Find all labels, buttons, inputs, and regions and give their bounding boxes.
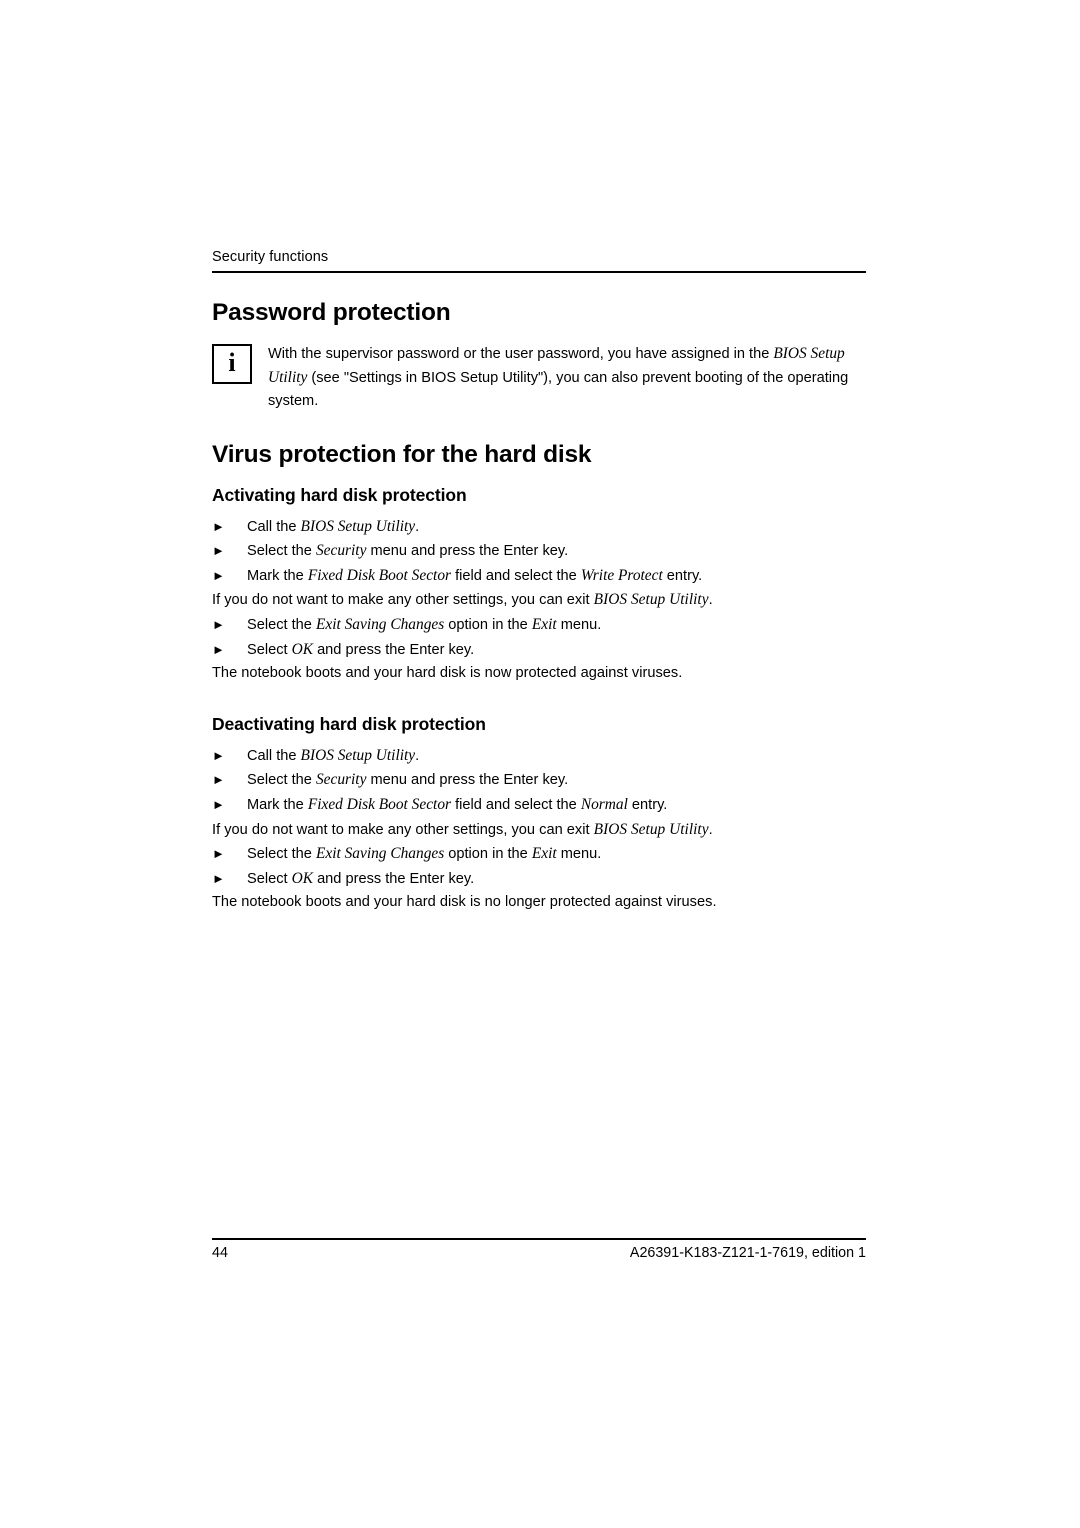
step-italic-term: Security [315, 542, 367, 560]
step-pre: Select the [247, 543, 316, 560]
info-icon-glyph: i [228, 348, 236, 377]
bullet-icon: ► [212, 870, 225, 886]
header-divider [212, 271, 866, 273]
step-italic-term: BIOS Setup Utility [300, 517, 416, 535]
footer-row: 44 A26391-K183-Z121-1-7619, edition 1 [212, 1244, 866, 1263]
step-pre: Select the [247, 772, 316, 789]
list-item: ► Mark the Fixed Disk Boot Sector field a… [212, 793, 866, 818]
info-icon: i [212, 344, 252, 384]
step-italic-term: BIOS Setup Utility [300, 746, 416, 764]
step-post: menu and press the Enter key. [366, 543, 569, 560]
step-italic-term: Fixed Disk Boot Sector [307, 795, 452, 813]
step-post: and press the Enter key. [313, 870, 475, 887]
step-italic-term-2: Normal [580, 795, 628, 813]
step-pre: Call the [247, 518, 301, 535]
step-italic-term-2: Exit [531, 615, 557, 633]
document-page: Security functions Password protection i… [0, 0, 1080, 1528]
list-item: ► Select the Security menu and press the … [212, 768, 866, 793]
page-number: 44 [212, 1245, 228, 1261]
bullet-icon: ► [212, 747, 225, 763]
step-pre: Select the [247, 616, 316, 633]
step-post: entry. [627, 796, 668, 813]
activating-exit-steps-list: ► Select the Exit Saving Changes option i… [212, 613, 866, 662]
list-item: ► Mark the Fixed Disk Boot Sector field a… [212, 564, 866, 589]
step-mid: field and select the [451, 567, 581, 584]
info-note-paragraph: With the supervisor password or the user… [268, 342, 866, 414]
activating-result-text: The notebook boots and your hard disk is… [212, 665, 683, 682]
step-pre: Select [247, 870, 292, 887]
exit-note-italic-term: BIOS Setup Utility [593, 820, 709, 838]
step-italic-term: OK [291, 869, 314, 887]
list-item: ► Call the BIOS Setup Utility. [212, 515, 866, 540]
step-mid: option in the [444, 846, 532, 863]
step-mid: option in the [444, 616, 532, 633]
deactivating-result-text: The notebook boots and your hard disk is… [212, 894, 717, 911]
step-italic-term: OK [291, 640, 314, 658]
step-post: entry. [662, 567, 703, 584]
step-pre: Select [247, 641, 292, 658]
list-item: ► Select the Security menu and press the … [212, 539, 866, 564]
step-post: menu. [556, 846, 602, 863]
bullet-icon: ► [212, 772, 225, 788]
step-post: menu and press the Enter key. [366, 772, 569, 789]
deactivating-steps-list: ► Call the BIOS Setup Utility. ► Select th… [212, 744, 866, 818]
section-heading-virus-protection: Virus protection for the hard disk [212, 440, 592, 468]
step-pre: Mark the [247, 796, 308, 813]
info-note-text: With the supervisor password or the user… [268, 342, 866, 414]
list-item: ► Call the BIOS Setup Utility. [212, 744, 866, 769]
page-footer: 44 A26391-K183-Z121-1-7619, edition 1 [212, 1238, 866, 1263]
bullet-icon: ► [212, 796, 225, 812]
activating-steps-list: ► Call the BIOS Setup Utility. ► Select th… [212, 515, 866, 589]
step-italic-term-2: Write Protect [580, 566, 663, 584]
list-item: ► Select the Exit Saving Changes option i… [212, 613, 866, 638]
exit-note-italic-term: BIOS Setup Utility [593, 591, 709, 609]
bullet-icon: ► [212, 518, 225, 534]
step-post: and press the Enter key. [313, 641, 475, 658]
deactivating-exit-steps-list: ► Select the Exit Saving Changes option i… [212, 842, 866, 891]
bullet-icon: ► [212, 846, 225, 862]
step-mid: field and select the [451, 796, 581, 813]
list-item: ► Select OK and press the Enter key. [212, 867, 866, 892]
page-header: Security functions [212, 248, 866, 273]
exit-note-post: . [708, 592, 713, 609]
running-header-title: Security functions [212, 249, 329, 265]
exit-note-post: . [708, 821, 713, 838]
step-pre: Select the [247, 846, 316, 863]
activating-exit-note: If you do not want to make any other set… [212, 588, 866, 613]
info-note-box: i With the supervisor password or the us… [212, 342, 866, 414]
subsection-heading-activating: Activating hard disk protection [212, 484, 467, 505]
info-note-part2: (see "Settings in BIOS Setup Utility"), … [268, 370, 849, 410]
bullet-icon: ► [212, 641, 225, 657]
page-content: Password protection i With the superviso… [212, 298, 866, 915]
deactivating-exit-note: If you do not want to make any other set… [212, 818, 866, 843]
step-italic-term: Exit Saving Changes [315, 615, 445, 633]
exit-note-pre: If you do not want to make any other set… [212, 821, 594, 838]
step-italic-term: Fixed Disk Boot Sector [307, 566, 452, 584]
step-pre: Call the [247, 747, 301, 764]
subsection-heading-deactivating: Deactivating hard disk protection [212, 713, 486, 734]
bullet-icon: ► [212, 567, 225, 583]
step-italic-term-2: Exit [531, 845, 557, 863]
document-code: A26391-K183-Z121-1-7619, edition 1 [629, 1245, 866, 1261]
step-italic-term: Security [315, 771, 367, 789]
step-pre: Mark the [247, 567, 308, 584]
info-note-part1: With the supervisor password or the user… [268, 346, 774, 362]
section-heading-password-protection: Password protection [212, 299, 451, 326]
step-italic-term: Exit Saving Changes [315, 845, 445, 863]
list-item: ► Select OK and press the Enter key. [212, 638, 866, 663]
exit-note-pre: If you do not want to make any other set… [212, 592, 594, 609]
step-post: . [415, 747, 420, 764]
bullet-icon: ► [212, 616, 225, 632]
step-post: . [415, 518, 420, 535]
bullet-icon: ► [212, 543, 225, 559]
footer-divider [212, 1238, 866, 1240]
step-post: menu. [556, 616, 602, 633]
list-item: ► Select the Exit Saving Changes option i… [212, 842, 866, 867]
